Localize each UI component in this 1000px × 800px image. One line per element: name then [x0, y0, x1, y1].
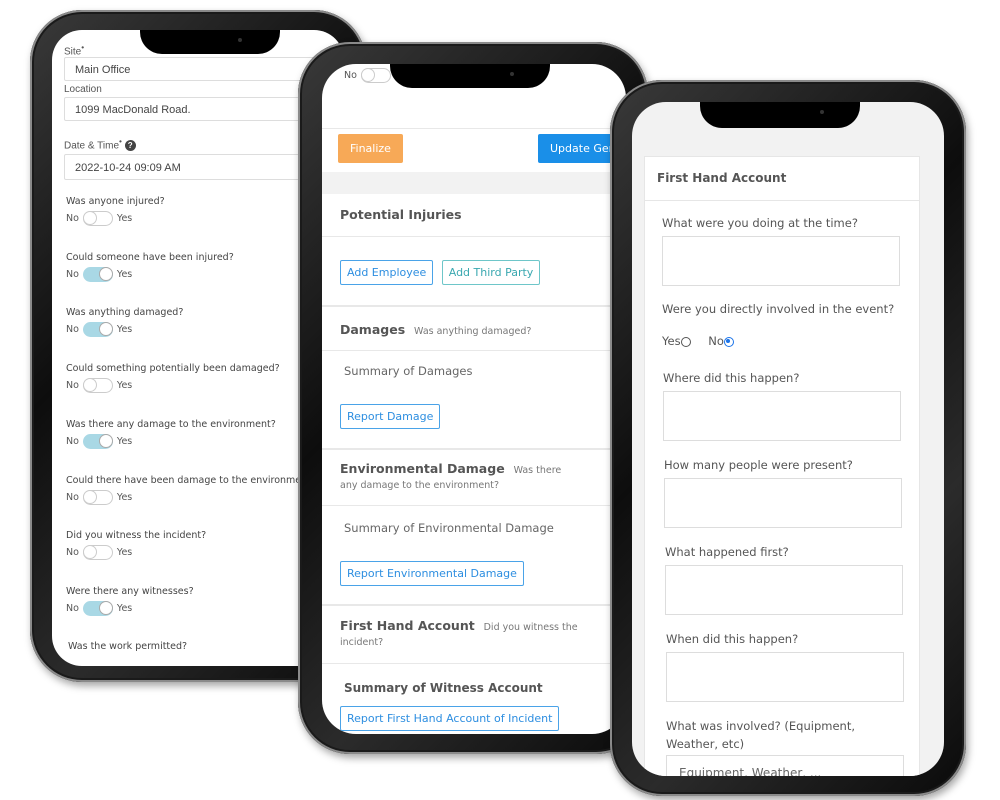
question-text: Was there any damage to the environment?: [66, 418, 276, 430]
env-damage-heading: Environmental Damage Was there any damag…: [340, 461, 562, 491]
q-involved-label: Were you directly involved in the event?: [662, 302, 895, 316]
toggle-switch[interactable]: [82, 600, 113, 616]
question-item: Was there any damage to the environment?…: [66, 419, 276, 449]
toggle-switch[interactable]: [82, 378, 113, 394]
q-what-label: What was involved? (Equipment, Weather, …: [666, 719, 855, 751]
top-toggle[interactable]: No: [344, 68, 395, 83]
toggle-switch[interactable]: [82, 545, 113, 561]
q-people-label: How many people were present?: [664, 458, 853, 472]
yes-no-toggle[interactable]: No Yes: [66, 266, 234, 282]
toggle-switch[interactable]: [82, 433, 113, 449]
q-doing-input[interactable]: [662, 236, 900, 286]
summary-damages: Summary of Damages: [344, 364, 473, 378]
question-item: Were there any witnesses? No Yes: [66, 586, 194, 616]
question-text: Could there have been damage to the envi…: [66, 474, 316, 486]
yes-no-toggle[interactable]: No Yes: [66, 545, 206, 561]
yes-no-toggle[interactable]: No Yes: [66, 600, 194, 616]
phone-notch: [700, 102, 860, 128]
toggle-switch[interactable]: [82, 322, 113, 338]
phone-notch: [140, 30, 280, 54]
section-spacer: [322, 172, 626, 194]
summary-witness-heading: Summary of Witness Account: [344, 681, 543, 695]
potential-injuries-heading: Potential Injuries: [340, 207, 462, 222]
q-what-input[interactable]: Equipment, Weather, ...: [666, 755, 904, 776]
toggle-switch[interactable]: [82, 489, 113, 505]
yes-no-toggle[interactable]: No Yes: [66, 489, 316, 505]
question-item: Could something potentially been damaged…: [66, 363, 280, 394]
yes-no-toggle[interactable]: No Yes: [66, 211, 165, 226]
card-title: First Hand Account: [657, 171, 787, 185]
question-item: Could someone have been injured? No Yes: [66, 252, 234, 282]
question-text: Was anything damaged?: [66, 307, 184, 319]
report-damage-button[interactable]: Report Damage: [340, 404, 441, 429]
question-item: Could there have been damage to the envi…: [66, 475, 316, 505]
q-first-input[interactable]: [665, 565, 903, 615]
add-employee-button[interactable]: Add Employee: [340, 260, 434, 285]
help-icon[interactable]: ?: [124, 140, 136, 152]
first-hand-card: First Hand Account What were you doing a…: [644, 156, 920, 776]
q-where-input[interactable]: [663, 391, 901, 441]
datetime-label: Date & Time• ?: [64, 136, 136, 152]
question-work-permitted: Was the work permitted?: [68, 641, 188, 652]
q-doing-label: What were you doing at the time?: [662, 216, 858, 230]
question-text: Could something potentially been damaged…: [66, 363, 280, 375]
involved-radio-group: Yes No: [662, 334, 734, 348]
question-item: Did you witness the incident? No Yes: [66, 530, 207, 561]
q-first-label: What happened first?: [665, 545, 789, 559]
phone-middle: No Finalize Update Gen Potential Injurie…: [298, 42, 648, 754]
report-env-damage-button[interactable]: Report Environmental Damage: [340, 561, 524, 586]
toggle-switch[interactable]: [82, 266, 113, 282]
question-text: Was anyone injured?: [66, 196, 165, 207]
radio-no[interactable]: [723, 336, 734, 347]
first-hand-heading: First Hand Account Did you witness the i…: [340, 618, 578, 648]
first-hand-account-screen: First Hand Account What were you doing a…: [632, 102, 944, 776]
question-text: Could someone have been injured?: [66, 251, 234, 263]
yes-no-toggle[interactable]: No Yes: [66, 378, 280, 394]
yes-no-toggle[interactable]: No Yes: [66, 322, 183, 338]
q-when-label: When did this happen?: [666, 632, 799, 646]
add-third-party-button[interactable]: Add Third Party: [441, 260, 541, 285]
report-first-hand-button[interactable]: Report First Hand Account of Incident: [340, 706, 560, 731]
site-label: Site•: [64, 42, 85, 58]
damages-heading: Damages Was anything damaged?: [340, 322, 532, 337]
location-label: Location: [64, 84, 102, 95]
q-when-input[interactable]: [666, 652, 904, 702]
finalize-button[interactable]: Finalize: [338, 134, 403, 163]
radio-yes[interactable]: [680, 336, 691, 347]
toggle-switch[interactable]: [82, 211, 113, 226]
question-item: Was anyone injured? No Yes: [66, 196, 165, 226]
question-item: Was anything damaged? No Yes: [66, 307, 184, 338]
q-people-input[interactable]: [664, 478, 902, 528]
phone-right: First Hand Account What were you doing a…: [610, 80, 966, 796]
incident-summary-screen: No Finalize Update Gen Potential Injurie…: [322, 64, 626, 734]
question-text: Were there any witnesses?: [66, 585, 194, 597]
injury-buttons: Add Employee Add Third Party: [340, 260, 541, 285]
phone-notch: [390, 64, 550, 88]
question-text: Did you witness the incident?: [66, 530, 207, 542]
q-where-label: Where did this happen?: [663, 371, 800, 385]
yes-no-toggle[interactable]: No Yes: [66, 433, 276, 449]
summary-env-damage: Summary of Environmental Damage: [344, 521, 554, 535]
